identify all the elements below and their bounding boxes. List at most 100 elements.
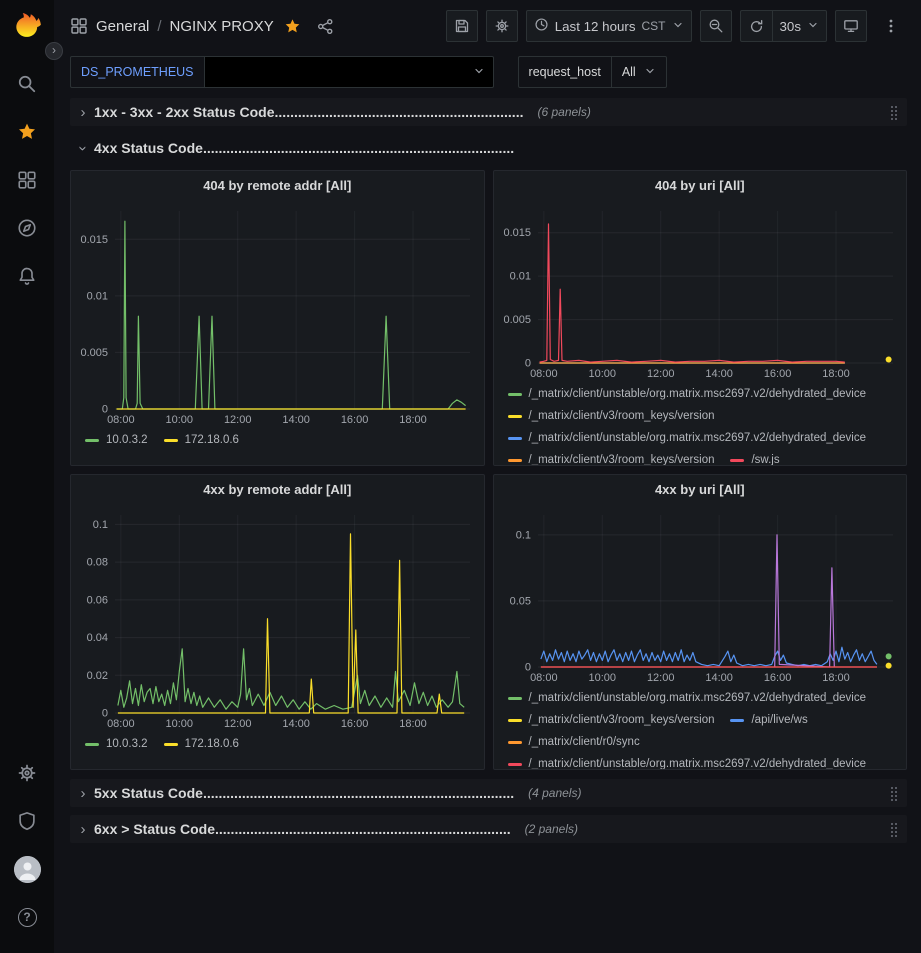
svg-text:08:00: 08:00 [530,672,558,684]
timeseries-chart[interactable]: 08:0010:0012:0014:0016:0018:0000.050.1 [494,505,907,685]
svg-text:16:00: 16:00 [341,414,369,426]
chevron-down-icon: › [75,141,92,155]
panel-title[interactable]: 404 by uri [All] [494,171,907,201]
breadcrumb-section[interactable]: General [96,18,149,35]
chevron-down-icon [807,19,819,34]
row-title-dots: ........................................… [275,104,524,120]
timeseries-chart[interactable]: 08:0010:0012:0014:0016:0018:0000.0050.01… [71,201,484,427]
svg-text:18:00: 18:00 [822,672,850,684]
variables-bar: DS_PROMETHEUS request_host All [54,52,921,92]
legend-series-toggle[interactable]: 172.18.0.6 [164,434,239,446]
legend-series-toggle[interactable]: /_matrix/client/unstable/org.matrix.msc2… [508,758,867,769]
sidebar-item-search[interactable] [0,60,54,108]
legend-series-toggle[interactable]: /_matrix/client/v3/room_keys/version [508,454,715,465]
sidebar-item-help[interactable]: ? [0,893,54,941]
apps-grid-icon[interactable] [70,17,88,35]
row-4xx-status-code[interactable]: › 4xx Status Code ......................… [70,134,907,162]
legend-swatch [508,719,522,722]
legend-swatch [508,763,522,766]
sidebar-item-starred[interactable] [0,108,54,156]
tv-mode-button[interactable] [835,10,867,42]
chevron-right-icon: › [76,104,90,121]
chevron-right-icon: › [76,821,90,838]
sidebar-item-profile[interactable] [0,845,54,893]
legend-label: /_matrix/client/unstable/org.matrix.msc2… [529,692,867,704]
legend-row: /_matrix/client/unstable/org.matrix.msc2… [508,383,899,405]
legend-series-toggle[interactable]: /_matrix/client/r0/sync [508,736,640,748]
legend-row: /_matrix/client/unstable/org.matrix.msc2… [508,427,899,449]
timeseries-chart[interactable]: 08:0010:0012:0014:0016:0018:0000.020.040… [71,505,484,731]
row-drag-handle-icon[interactable] [889,104,899,120]
legend-row: 10.0.3.2 172.18.0.6 [85,429,476,451]
legend-row: /_matrix/client/unstable/org.matrix.msc2… [508,687,899,709]
search-icon [17,74,37,94]
row-title: 1xx - 3xx - 2xx Status Code [94,104,275,120]
grafana-logo[interactable] [11,10,43,42]
sidebar-item-dashboards[interactable] [0,156,54,204]
avatar [14,856,41,883]
datasource-select[interactable] [205,56,494,88]
legend-series-toggle[interactable]: 10.0.3.2 [85,434,148,446]
svg-text:0.01: 0.01 [87,290,108,302]
breadcrumb-dashboard-title[interactable]: NGINX PROXY [170,18,274,35]
timeseries-chart[interactable]: 08:0010:0012:0014:0016:0018:0000.0050.01… [494,201,907,381]
legend-label: /_matrix/client/v3/room_keys/version [529,454,715,465]
legend-series-toggle[interactable]: /sw.js [730,454,779,465]
sidebar-item-server-admin[interactable] [0,797,54,845]
request-host-select[interactable]: All [612,56,667,88]
svg-text:0.01: 0.01 [509,271,530,283]
row-title: 6xx > Status Code [94,821,215,837]
panel-title[interactable]: 4xx by remote addr [All] [71,475,484,505]
time-range-picker[interactable]: Last 12 hours CST [526,10,692,42]
sidebar-item-explore[interactable] [0,204,54,252]
legend-series-toggle[interactable]: 172.18.0.6 [164,738,239,750]
row-panel-count: (2 panels) [525,822,578,836]
shield-icon [17,811,37,831]
svg-text:0.005: 0.005 [503,314,531,326]
sidebar-expand-button[interactable]: › [45,42,63,60]
panel-title[interactable]: 4xx by uri [All] [494,475,907,505]
svg-text:0.06: 0.06 [87,594,108,606]
refresh-button[interactable] [740,10,772,42]
save-dashboard-button[interactable] [446,10,478,42]
legend-series-toggle[interactable]: /_matrix/client/unstable/org.matrix.msc2… [508,432,867,444]
dashboard-settings-button[interactable] [486,10,518,42]
svg-text:10:00: 10:00 [588,672,616,684]
panels-grid: 404 by remote addr [All] 08:0010:0012:00… [70,170,907,770]
datasource-variable-label[interactable]: DS_PROMETHEUS [70,56,205,88]
row-drag-handle-icon[interactable] [889,821,899,837]
legend-series-toggle[interactable]: /_matrix/client/v3/room_keys/version [508,410,715,422]
row-title-dots: ........................................… [203,785,514,801]
row-drag-handle-icon[interactable] [889,785,899,801]
legend-series-toggle[interactable]: /_matrix/client/unstable/org.matrix.msc2… [508,388,867,400]
sidebar-item-configuration[interactable] [0,749,54,797]
legend-label: /_matrix/client/unstable/org.matrix.msc2… [529,758,867,769]
legend-label: /_matrix/client/unstable/org.matrix.msc2… [529,388,867,400]
legend-series-toggle[interactable]: /_matrix/client/v3/room_keys/version [508,714,715,726]
row-1xx-3xx-2xx-status-code[interactable]: › 1xx - 3xx - 2xx Status Code ..........… [70,98,907,126]
top-navbar: General / NGINX PROXY [54,0,921,52]
favorite-star-icon[interactable] [284,18,301,35]
legend-swatch [730,459,744,462]
panel-title[interactable]: 404 by remote addr [All] [71,171,484,201]
share-icon[interactable] [317,18,334,35]
star-icon [17,122,37,142]
svg-text:16:00: 16:00 [763,368,791,380]
svg-text:10:00: 10:00 [166,718,194,730]
legend-label: /api/live/ws [751,714,807,726]
zoom-out-button[interactable] [700,10,732,42]
help-icon: ? [18,908,37,927]
legend-series-toggle[interactable]: 10.0.3.2 [85,738,148,750]
legend-swatch [164,439,178,442]
legend-series-toggle[interactable]: /_matrix/client/unstable/org.matrix.msc2… [508,692,867,704]
row-6xx-status-code[interactable]: › 6xx > Status Code ....................… [70,815,907,843]
svg-text:14:00: 14:00 [282,718,310,730]
sidebar-item-alerting[interactable] [0,252,54,300]
kebab-menu-icon[interactable] [875,10,907,42]
row-5xx-status-code[interactable]: › 5xx Status Code ......................… [70,779,907,807]
refresh-interval-select[interactable]: 30s [772,10,828,42]
svg-text:10:00: 10:00 [588,368,616,380]
legend-series-toggle[interactable]: /api/live/ws [730,714,807,726]
row-title-dots: ........................................… [203,140,514,156]
svg-text:0.015: 0.015 [503,227,531,239]
